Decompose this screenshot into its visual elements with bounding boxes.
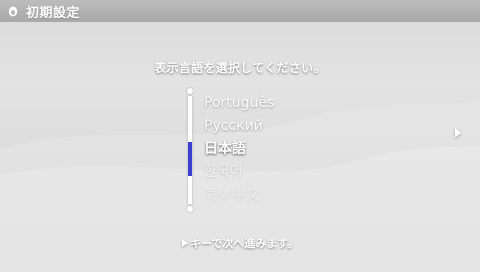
setup-screen: 初期設定 表示言語を選択してください。 Português Русский 日本語 한… (0, 0, 480, 272)
scroll-top-cap (187, 88, 193, 94)
language-item[interactable]: 日本語 (204, 138, 404, 161)
language-item[interactable]: Português (204, 92, 404, 115)
navigation-hint: キーで次へ進みます。 (0, 235, 480, 251)
page-title: 初期設定 (26, 5, 81, 21)
scroll-thumb[interactable] (188, 141, 192, 176)
scroll-bottom-cap (187, 206, 193, 212)
psp-egg-icon (7, 5, 19, 17)
language-item[interactable]: 한국어 (204, 161, 404, 184)
right-arrow-icon (455, 128, 461, 138)
language-list: Português Русский 日本語 한국어 简体中文 (204, 92, 404, 207)
right-arrow-icon (181, 239, 188, 247)
title-bar: 初期設定 (0, 0, 480, 22)
hint-text: キーで次へ進みます。 (189, 237, 299, 250)
language-item[interactable]: Русский (204, 115, 404, 138)
language-item[interactable]: 简体中文 (204, 184, 404, 207)
language-prompt: 表示言語を選択してください。 (154, 61, 326, 75)
language-scrollbar[interactable] (186, 88, 194, 212)
